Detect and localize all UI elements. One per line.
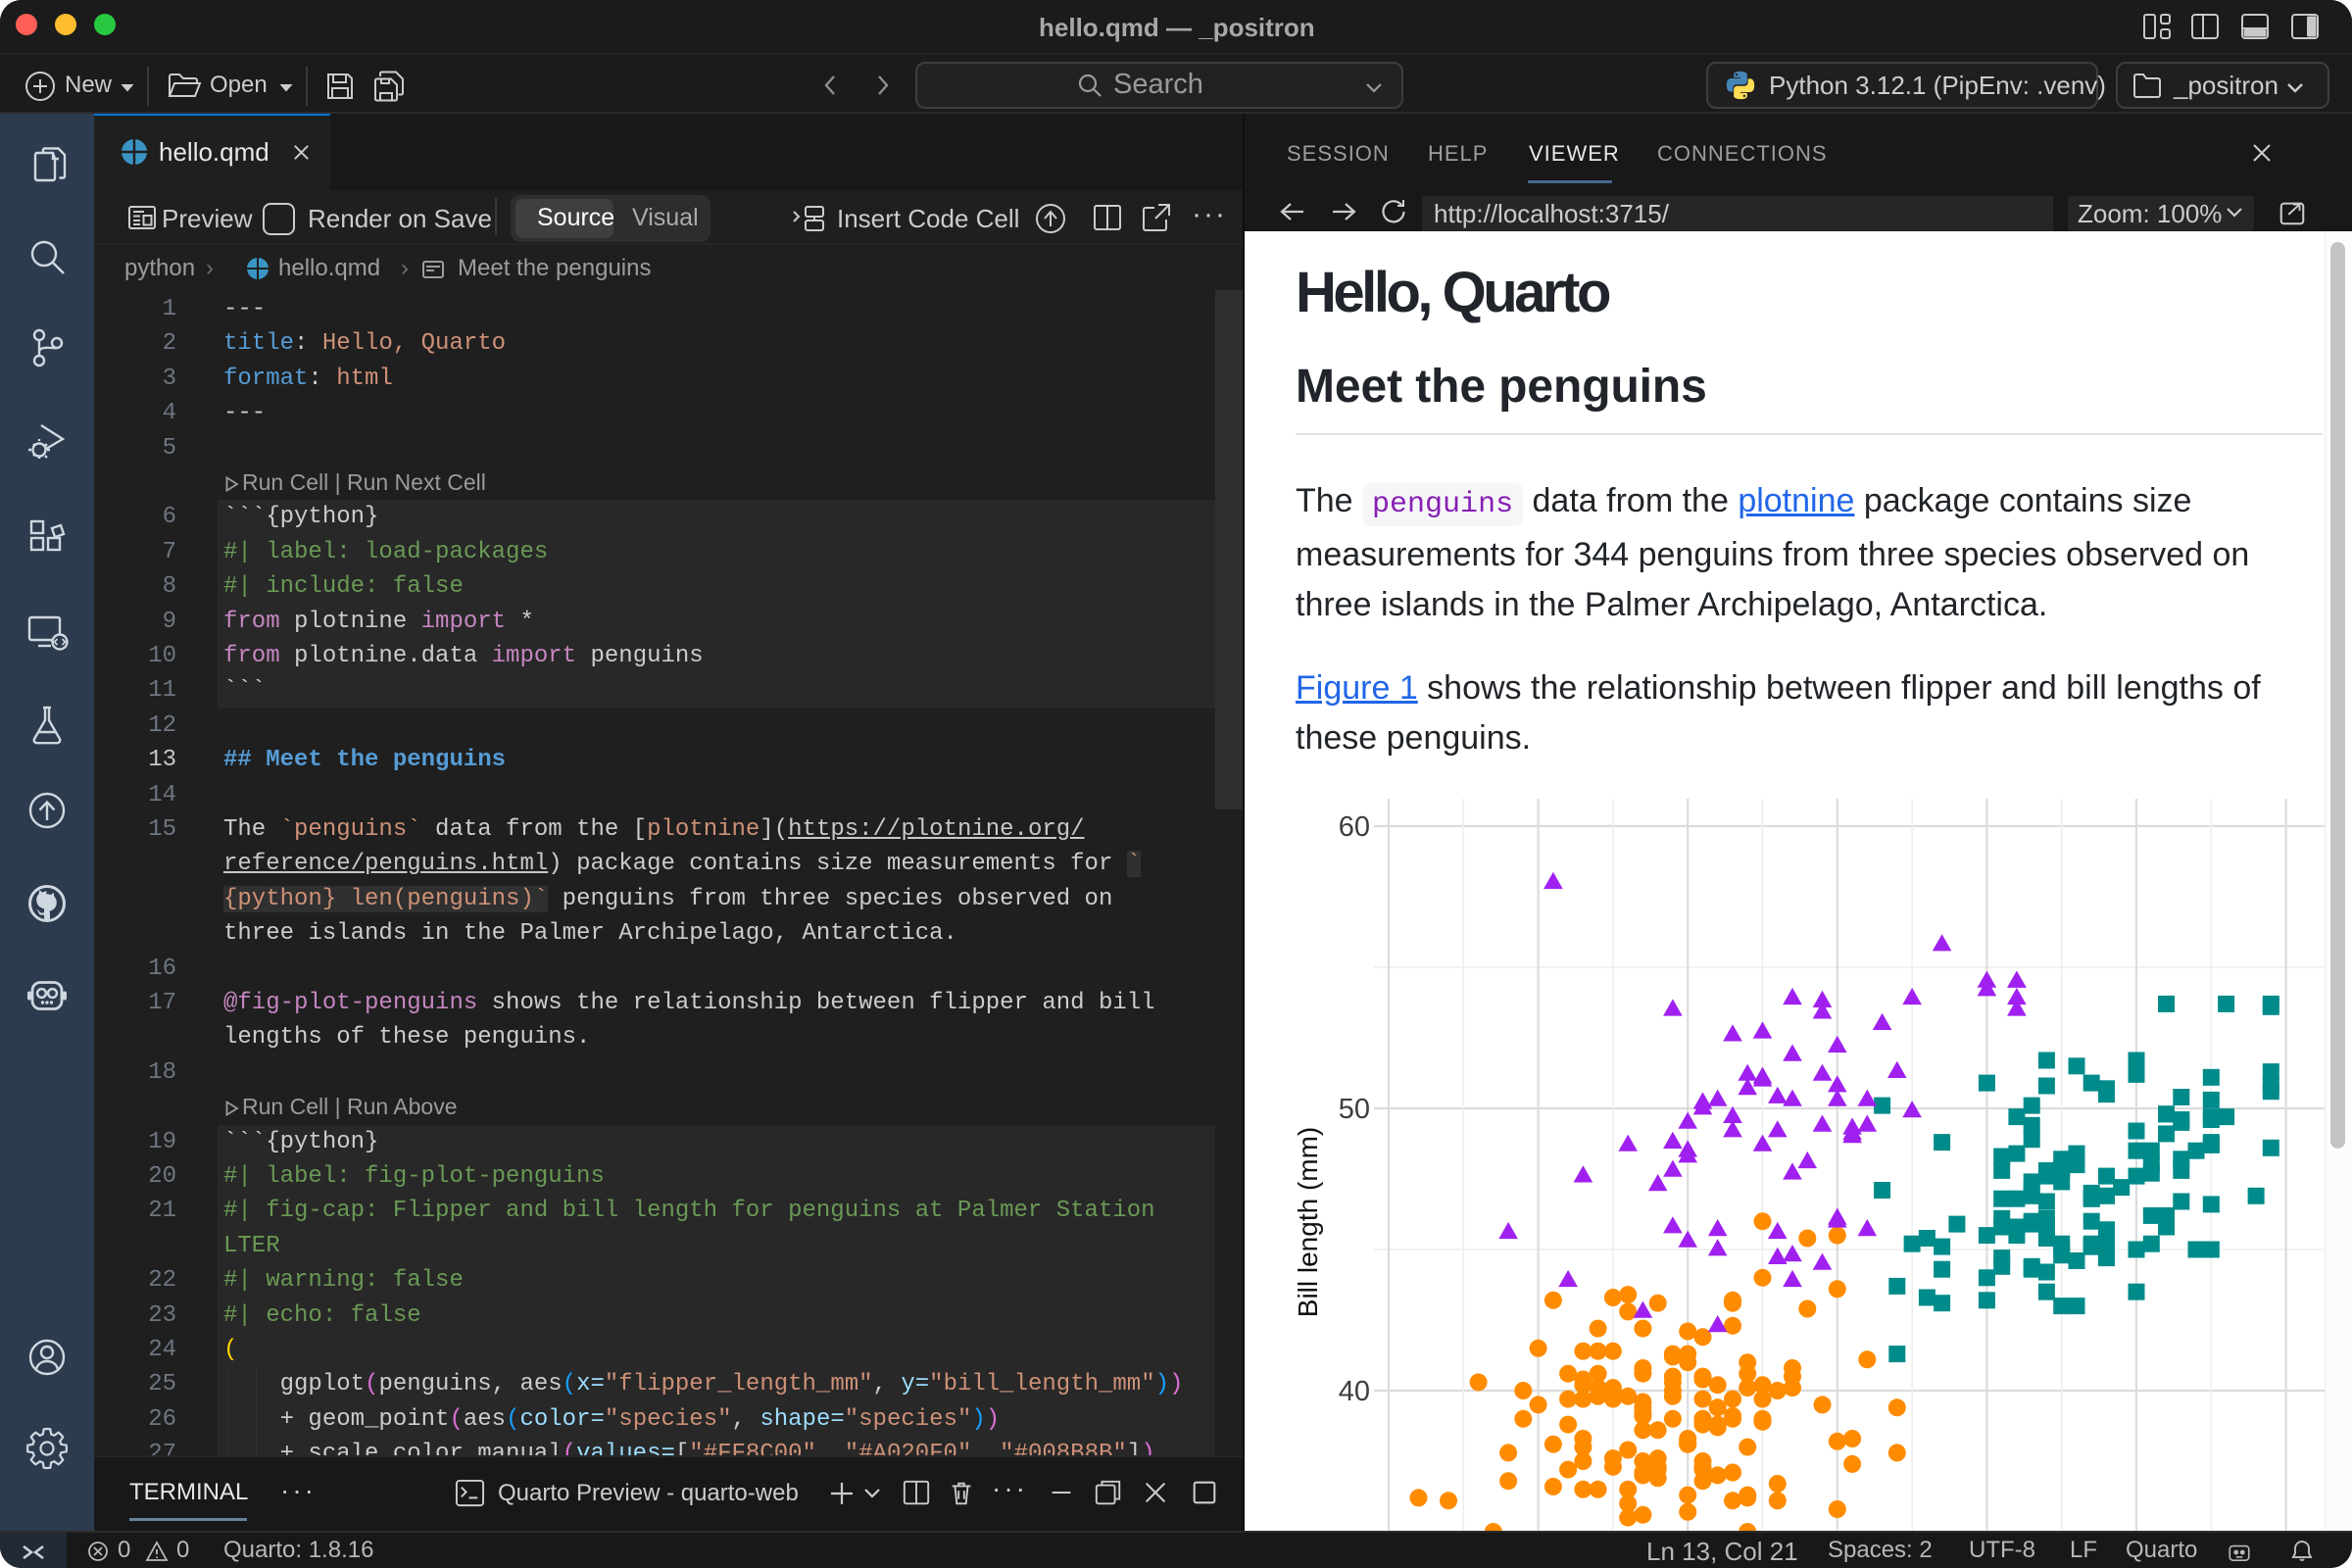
svg-text:Bill length (mm): Bill length (mm) [1293,1127,1323,1317]
svg-text:40: 40 [1339,1376,1370,1407]
svg-text:60: 60 [1339,811,1370,843]
svg-text:50: 50 [1339,1094,1370,1125]
